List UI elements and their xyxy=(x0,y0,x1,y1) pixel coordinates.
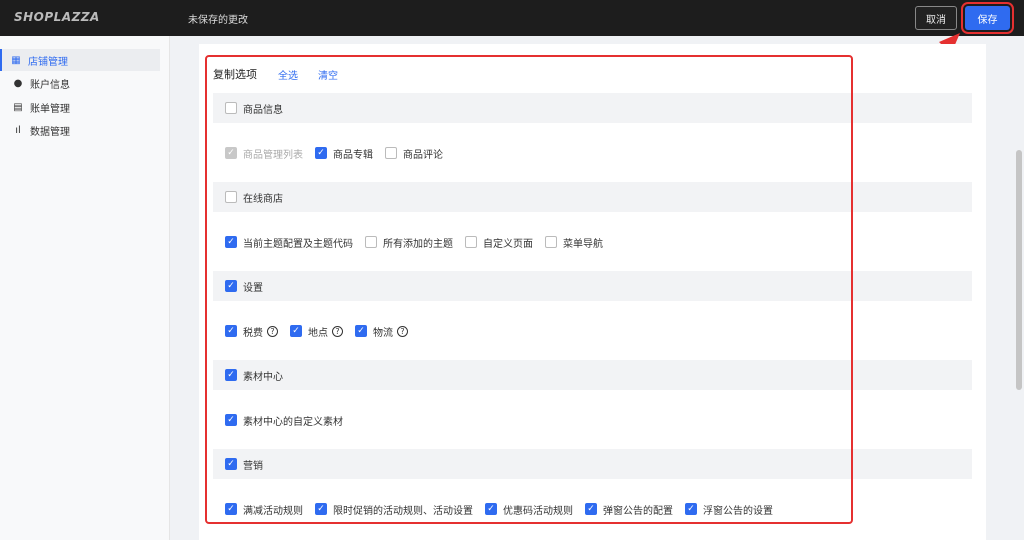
option-label: 商品专辑 xyxy=(333,149,373,161)
checkbox-icon: ✓ xyxy=(290,325,302,337)
section-header: ✓ 素材中心 xyxy=(213,360,972,390)
sidebar-item-label: 账单管理 xyxy=(30,103,70,115)
option-label: 所有添加的主题 xyxy=(383,238,453,250)
checkbox-icon: ✓ xyxy=(225,369,237,381)
option-label: 菜单导航 xyxy=(563,238,603,250)
checkbox-icon: ✓ xyxy=(685,503,697,515)
checkbox-icon xyxy=(545,236,557,248)
option-checkbox[interactable]: ✓ 商品专辑 xyxy=(315,146,373,161)
checkbox-icon: ✓ xyxy=(485,503,497,515)
checkbox-icon: ✓ xyxy=(315,147,327,159)
chart-icon: ıl xyxy=(15,125,21,136)
help-icon[interactable]: ? xyxy=(267,325,278,337)
top-bar: SHOPLAZZA 未保存的更改 取消 保存 xyxy=(0,0,1024,36)
section-label: 商品信息 xyxy=(243,104,283,116)
option-checkbox[interactable]: 自定义页面 xyxy=(465,235,533,250)
section-checkbox[interactable]: 在线商店 xyxy=(225,190,283,205)
option-label: 自定义页面 xyxy=(483,238,533,250)
sidebar-item-label: 店铺管理 xyxy=(28,56,68,68)
section-checkbox[interactable]: ✓ 素材中心 xyxy=(225,368,283,383)
sidebar-item-label: 数据管理 xyxy=(30,127,70,138)
option-checkbox[interactable]: ✓ 浮窗公告的设置 xyxy=(685,502,773,517)
select-all-link[interactable]: 全选 xyxy=(278,67,298,82)
checkbox-icon: ✓ xyxy=(225,325,237,337)
clear-link[interactable]: 清空 xyxy=(318,67,338,82)
help-icon[interactable]: ? xyxy=(332,325,343,337)
checkbox-icon: ✓ xyxy=(315,503,327,515)
checkbox-icon xyxy=(225,102,237,114)
checkbox-icon: ✓ xyxy=(225,280,237,292)
option-row: ✓ 满减活动规则 ✓ 限时促销的活动规则、活动设置 ✓ 优惠码活动规则 ✓ 弹窗公告的配置 ✓ 浮… xyxy=(225,500,785,518)
checkbox-icon xyxy=(385,147,397,159)
option-row: ✓ 税费? ✓ 地点? ✓ 物流? xyxy=(225,322,420,340)
section-label: 素材中心 xyxy=(243,371,283,383)
cancel-button[interactable]: 取消 xyxy=(915,6,957,30)
sidebar-item-0[interactable]: ▦ 店铺管理 xyxy=(0,49,160,71)
option-row: ✓ 当前主题配置及主题代码 所有添加的主题 自定义页面 菜单导航 xyxy=(225,233,615,251)
section-checkbox[interactable]: 商品信息 xyxy=(225,101,283,116)
option-checkbox[interactable]: 商品评论 xyxy=(385,146,443,161)
option-label: 物流 xyxy=(373,327,393,339)
unsaved-changes-label: 未保存的更改 xyxy=(188,15,248,26)
shoplazza-logo: SHOPLAZZA xyxy=(14,10,100,24)
sidebar-item-label: 账户信息 xyxy=(30,80,70,91)
checkbox-icon: ✓ xyxy=(225,236,237,248)
option-label: 当前主题配置及主题代码 xyxy=(243,238,353,250)
option-checkbox[interactable]: ✓ 满减活动规则 xyxy=(225,502,303,517)
option-label: 优惠码活动规则 xyxy=(503,505,573,517)
option-label: 商品管理列表 xyxy=(243,149,303,161)
option-label: 浮窗公告的设置 xyxy=(703,505,773,517)
bill-icon: ▤ xyxy=(13,101,23,113)
option-label: 素材中心的自定义素材 xyxy=(243,416,343,428)
section-checkbox[interactable]: ✓ 设置 xyxy=(225,279,263,294)
checkbox-icon: ✓ xyxy=(225,503,237,515)
section-label: 在线商店 xyxy=(243,193,283,205)
checkbox-icon: ✓ xyxy=(585,503,597,515)
option-checkbox[interactable]: 所有添加的主题 xyxy=(365,235,453,250)
section-checkbox[interactable]: ✓ 营销 xyxy=(225,457,263,472)
option-checkbox: ✓ 商品管理列表 xyxy=(225,146,303,161)
option-row: ✓ 素材中心的自定义素材 xyxy=(225,411,355,429)
section-header: ✓ 营销 xyxy=(213,449,972,479)
sidebar-item-2[interactable]: ▤ 账单管理 xyxy=(4,96,160,118)
section-label: 设置 xyxy=(243,282,263,294)
section-label: 营销 xyxy=(243,460,263,472)
option-row: ✓ 商品管理列表 ✓ 商品专辑 商品评论 xyxy=(225,144,455,162)
option-label: 地点 xyxy=(308,327,328,339)
sidebar: ▦ 店铺管理 ● 账户信息 ▤ 账单管理 ıl 数据管理 xyxy=(0,36,170,540)
option-checkbox[interactable]: ✓ 当前主题配置及主题代码 xyxy=(225,235,353,250)
option-label: 满减活动规则 xyxy=(243,505,303,517)
option-checkbox[interactable]: ✓ 地点? xyxy=(290,324,343,339)
save-button[interactable]: 保存 xyxy=(961,2,1014,34)
scrollbar[interactable] xyxy=(1016,150,1022,390)
sidebar-item-1[interactable]: ● 账户信息 xyxy=(4,73,160,95)
checkbox-icon: ✓ xyxy=(355,325,367,337)
section-header: 在线商店 xyxy=(213,182,972,212)
option-checkbox[interactable]: ✓ 税费? xyxy=(225,324,278,339)
option-checkbox[interactable]: ✓ 素材中心的自定义素材 xyxy=(225,413,343,428)
section-header: ✓ 设置 xyxy=(213,271,972,301)
option-label: 税费 xyxy=(243,327,263,339)
checkbox-icon: ✓ xyxy=(225,458,237,470)
option-checkbox[interactable]: ✓ 优惠码活动规则 xyxy=(485,502,573,517)
help-icon[interactable]: ? xyxy=(397,325,408,337)
option-label: 弹窗公告的配置 xyxy=(603,505,673,517)
section-header: 商品信息 xyxy=(213,93,972,123)
store-icon: ▦ xyxy=(11,54,21,66)
option-checkbox[interactable]: ✓ 物流? xyxy=(355,324,408,339)
option-label: 商品评论 xyxy=(403,149,443,161)
copy-options-title: 复制选项 xyxy=(213,68,257,81)
option-checkbox[interactable]: ✓ 限时促销的活动规则、活动设置 xyxy=(315,502,473,517)
user-icon: ● xyxy=(13,78,23,89)
sidebar-item-3[interactable]: ıl 数据管理 xyxy=(4,120,160,142)
option-checkbox[interactable]: ✓ 弹窗公告的配置 xyxy=(585,502,673,517)
checkbox-icon xyxy=(365,236,377,248)
checkbox-icon xyxy=(465,236,477,248)
checkbox-icon: ✓ xyxy=(225,147,237,159)
option-checkbox[interactable]: 菜单导航 xyxy=(545,235,603,250)
option-label: 限时促销的活动规则、活动设置 xyxy=(333,505,473,517)
checkbox-icon xyxy=(225,191,237,203)
checkbox-icon: ✓ xyxy=(225,414,237,426)
